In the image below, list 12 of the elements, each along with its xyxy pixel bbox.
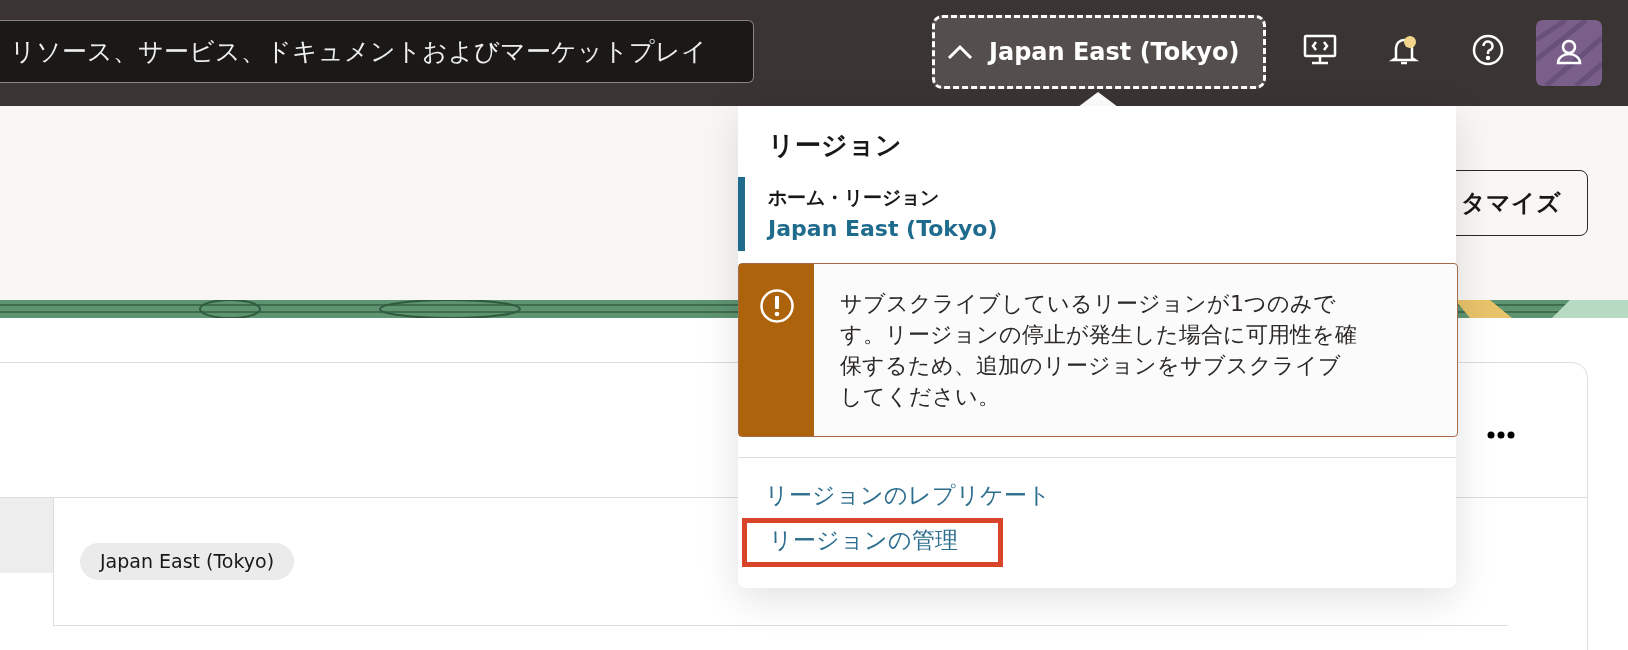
region-chip: Japan East (Tokyo) — [80, 543, 295, 580]
user-avatar[interactable] — [1536, 20, 1602, 86]
search-field[interactable]: リソース、サービス、ドキュメントおよびマーケットプレイ — [0, 20, 754, 83]
warning-message: サブスクライブしているリージョンが1つのみです。リージョンの停止が発生した場合に可用性を確保するため、追加のリージョンをサブスクライブしてください。 — [839, 289, 1358, 411]
popup-title: リージョン — [767, 129, 903, 162]
warning-icon — [758, 287, 795, 324]
more-options-icon[interactable] — [1487, 431, 1515, 439]
home-region-name: Japan East (Tokyo) — [768, 214, 999, 243]
popup-link[interactable]: リージョンの管理 — [769, 523, 958, 558]
popup-link[interactable]: リージョンのレプリケート — [765, 477, 1051, 513]
home-region-label: ホーム・リージョン — [768, 185, 940, 211]
region-button[interactable]: Japan East (Tokyo) — [932, 15, 1266, 89]
